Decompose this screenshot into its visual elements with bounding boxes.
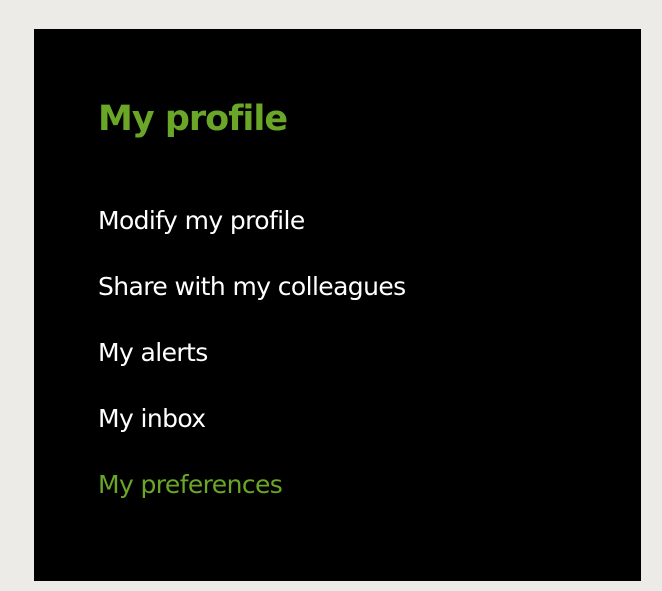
my-inbox-link[interactable]: My inbox xyxy=(98,397,206,441)
my-alerts-link[interactable]: My alerts xyxy=(98,331,208,375)
profile-menu-list: Modify my profile Share with my colleagu… xyxy=(98,199,406,529)
profile-menu-title: My profile xyxy=(98,99,288,139)
menu-item-modify-profile: Modify my profile xyxy=(98,199,406,265)
menu-item-share-colleagues: Share with my colleagues xyxy=(98,265,406,331)
my-preferences-link[interactable]: My preferences xyxy=(98,463,283,507)
share-with-colleagues-link[interactable]: Share with my colleagues xyxy=(98,265,406,309)
menu-item-preferences: My preferences xyxy=(98,463,406,529)
menu-item-inbox: My inbox xyxy=(98,397,406,463)
profile-menu-panel: My profile Modify my profile Share with … xyxy=(34,29,641,581)
modify-profile-link[interactable]: Modify my profile xyxy=(98,199,305,243)
menu-item-alerts: My alerts xyxy=(98,331,406,397)
